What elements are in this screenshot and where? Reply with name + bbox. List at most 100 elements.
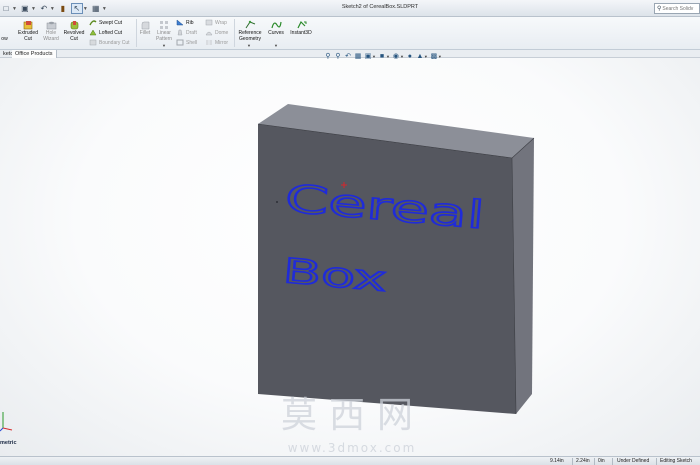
linear-pattern-button[interactable]: Linear Pattern: [154, 20, 174, 42]
curves-button[interactable]: Curves: [266, 20, 286, 37]
boundary-cut-button[interactable]: Boundary Cut: [89, 39, 130, 46]
mirror-label: Mirror: [215, 39, 229, 46]
section-view-icon[interactable]: ▦: [354, 52, 362, 60]
swept-cut-button[interactable]: Swept Cut: [89, 19, 122, 26]
chevron-down-icon[interactable]: ▼: [50, 6, 55, 12]
chevron-down-icon[interactable]: ▼: [386, 54, 390, 59]
dome-label: Dome: [215, 29, 229, 36]
quick-access-toolbar: □ ▼ ▣ ▼ ↶ ▼ ▮ ↖ ▼ ▦ ▼: [0, 2, 107, 15]
fillet-button[interactable]: Fillet: [138, 20, 152, 37]
view-settings-icon[interactable]: ▩: [430, 52, 438, 60]
chevron-down-icon[interactable]: ▼: [247, 43, 251, 48]
wrap-icon: [205, 19, 213, 26]
view-orientation-icon[interactable]: ▣: [364, 52, 372, 60]
fillet-icon: [141, 21, 149, 30]
chevron-down-icon[interactable]: ▼: [12, 6, 17, 12]
draft-icon: [177, 29, 183, 36]
rib-label: Rib: [186, 19, 194, 26]
extruded-cut-label: Extruded Cut: [17, 30, 38, 42]
search-box[interactable]: ⚲: [654, 3, 700, 14]
curves-label: Curves: [268, 30, 284, 36]
status-y-coordinate: 2.24in: [576, 458, 590, 464]
chevron-down-icon[interactable]: ▼: [274, 43, 278, 48]
ribbon-separator: [234, 19, 235, 47]
status-z-coordinate: 0in: [598, 458, 605, 464]
chevron-down-icon[interactable]: ▼: [31, 6, 36, 12]
partial-tool-text: ow: [1, 36, 8, 42]
rib-icon: [176, 19, 184, 26]
chevron-down-icon[interactable]: ▼: [162, 43, 166, 48]
chevron-down-icon[interactable]: ▼: [438, 54, 442, 59]
chevron-down-icon[interactable]: ▼: [372, 54, 376, 59]
zoom-to-area-icon[interactable]: ⚲: [334, 52, 342, 60]
shell-icon: [176, 39, 184, 46]
instant3d-icon: [296, 20, 306, 29]
hide-show-items-icon[interactable]: ◉: [392, 52, 400, 60]
sketch-point[interactable]: [276, 201, 278, 203]
title-bar: □ ▼ ▣ ▼ ↶ ▼ ▮ ↖ ▼ ▦ ▼ Sketch2 of CerealB…: [0, 0, 700, 17]
curves-icon: [270, 21, 282, 29]
wrap-button[interactable]: Wrap: [205, 19, 227, 26]
status-edit-mode: Editing Sketch: [660, 458, 692, 464]
watermark-url: www.3dmox.com: [287, 441, 417, 455]
search-icon: ⚲: [657, 6, 662, 12]
dome-icon: [205, 31, 213, 36]
status-sketch-state: Under Defined: [617, 458, 650, 464]
lofted-cut-button[interactable]: Lofted Cut: [89, 29, 122, 36]
hole-wizard-icon: [46, 21, 56, 30]
hole-wizard-label: Hole Wizard: [43, 30, 59, 42]
chevron-down-icon[interactable]: ▼: [83, 6, 88, 12]
options-icon[interactable]: ▦: [90, 3, 102, 14]
coordinate-triad-icon: [0, 412, 13, 432]
dome-button[interactable]: Dome: [205, 29, 228, 36]
watermark-logo: 莫西网: [280, 395, 425, 436]
revolved-cut-button[interactable]: Revolved Cut: [62, 20, 86, 42]
linear-pattern-icon: [159, 21, 168, 29]
tab-office-products[interactable]: Office Products: [12, 50, 57, 58]
status-separator: [572, 458, 573, 465]
zoom-to-fit-icon[interactable]: ⚲: [324, 52, 332, 60]
chevron-down-icon[interactable]: ▼: [102, 6, 107, 12]
command-manager: ow Extruded Cut Hole Wizard Revolved Cut…: [0, 17, 700, 50]
partial-tool-label: ow: [0, 36, 9, 43]
reference-geometry-icon: [245, 20, 255, 29]
previous-view-icon[interactable]: ↶: [344, 52, 352, 60]
instant3d-button[interactable]: Instant3D: [288, 20, 314, 37]
linear-pattern-label: Linear Pattern: [155, 30, 173, 42]
rib-button[interactable]: Rib: [176, 19, 194, 26]
lofted-cut-label: Lofted Cut: [99, 29, 123, 36]
reference-geometry-button[interactable]: Reference Geometry: [236, 20, 264, 42]
undo-icon[interactable]: ↶: [38, 3, 50, 14]
edit-appearance-icon[interactable]: ●: [406, 52, 414, 60]
graphics-area[interactable]: Cereal Box metric 莫西网 www.3dmox.com: [0, 58, 700, 456]
chevron-down-icon[interactable]: ▼: [424, 54, 428, 59]
display-style-icon[interactable]: ■: [378, 52, 386, 60]
status-separator: [594, 458, 595, 465]
instant3d-label: Instant3D: [290, 30, 312, 36]
new-icon[interactable]: □: [0, 3, 12, 14]
status-bar: 9.14in 2.24in 0in Under Defined Editing …: [0, 456, 700, 465]
mirror-button[interactable]: Mirror: [205, 39, 228, 46]
search-input[interactable]: [662, 5, 700, 12]
extruded-cut-icon: [23, 21, 32, 30]
hole-wizard-button[interactable]: Hole Wizard: [41, 20, 61, 42]
status-separator: [612, 458, 613, 465]
extruded-cut-button[interactable]: Extruded Cut: [16, 20, 40, 42]
select-icon[interactable]: ↖: [70, 3, 83, 14]
view-orientation-label: metric: [0, 440, 17, 446]
revolved-cut-label: Revolved Cut: [63, 30, 85, 42]
mirror-icon: [206, 40, 212, 45]
ribbon-separator: [136, 19, 137, 47]
open-icon[interactable]: ▣: [19, 3, 31, 14]
swept-cut-label: Swept Cut: [99, 19, 123, 26]
rebuild-icon[interactable]: ▮: [57, 3, 69, 14]
shell-label: Shell: [186, 39, 198, 46]
draft-button[interactable]: Draft: [176, 29, 197, 36]
apply-scene-icon[interactable]: ▲: [416, 52, 424, 60]
boundary-cut-icon: [89, 39, 97, 46]
lofted-cut-icon: [89, 29, 97, 36]
wrap-label: Wrap: [215, 19, 227, 26]
shell-button[interactable]: Shell: [176, 39, 197, 46]
chevron-down-icon[interactable]: ▼: [400, 54, 404, 59]
reference-geometry-label: Reference Geometry: [238, 30, 262, 42]
